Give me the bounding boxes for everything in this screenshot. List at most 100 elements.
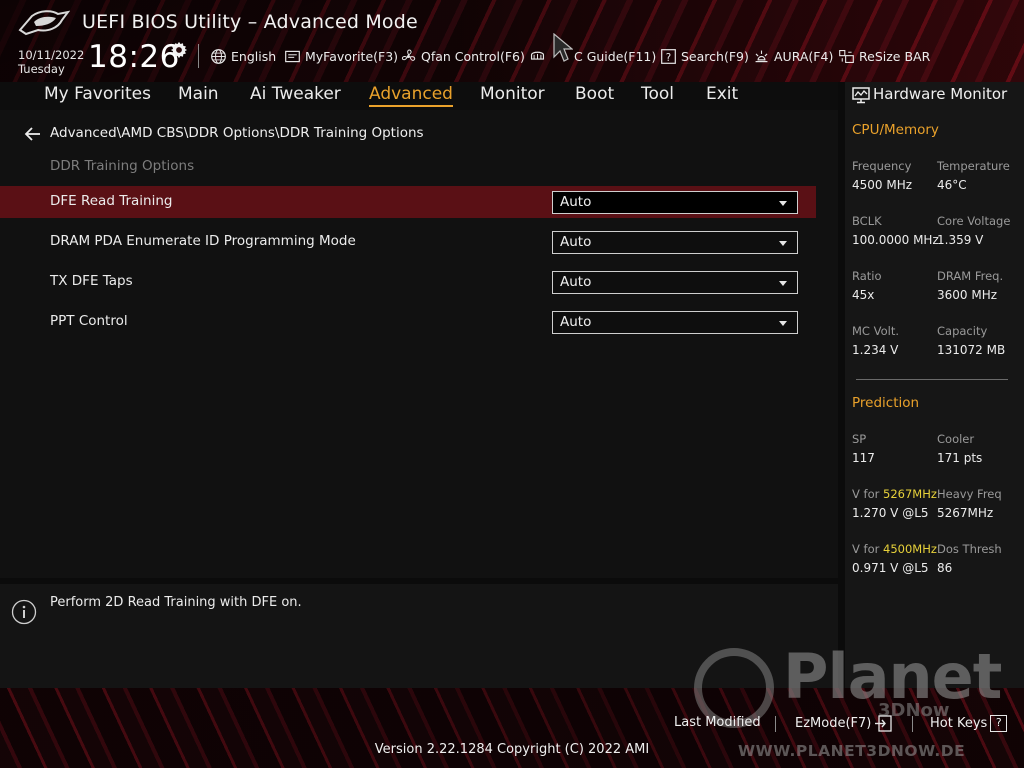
setting-dropdown[interactable]: Auto [552, 191, 798, 214]
tab-ai-tweaker[interactable]: Ai Tweaker [250, 84, 341, 104]
oc-guide-icon [530, 51, 545, 60]
hm-v-for-prefix: V for [852, 487, 883, 501]
clock: 18:26 [88, 39, 180, 75]
favorite-icon [285, 50, 300, 62]
hm-bclk-value: 100.0000 MHz [852, 233, 939, 247]
chevron-down-icon [779, 201, 787, 206]
date-display: 10/11/2022 Tuesday [18, 48, 84, 76]
setting-row-dram-pda-enumerate[interactable]: DRAM PDA Enumerate ID Programming Mode A… [0, 226, 816, 258]
dropdown-value: Auto [560, 194, 592, 210]
tab-main[interactable]: Main [178, 84, 219, 104]
setting-label: TX DFE Taps [50, 273, 133, 289]
footer-separator [912, 716, 913, 732]
hot-keys-label: Hot Keys [930, 716, 988, 731]
resize-bar-button[interactable]: ReSize BAR [838, 47, 930, 65]
back-arrow-icon[interactable] [24, 125, 42, 143]
hm-dos-thresh-value: 86 [937, 561, 953, 575]
ezmode-label: EzMode(F7) [795, 716, 872, 731]
aura-button[interactable]: AURA(F4) [753, 47, 833, 65]
version-label: Version 2.22.1284 Copyright (C) 2022 AMI [374, 742, 650, 757]
main-panel [0, 110, 838, 578]
hm-temperature-label: Temperature [937, 159, 1010, 173]
hm-heavy-freq-label: Heavy Freq [937, 487, 1002, 501]
hm-cooler-value: 171 pts [937, 451, 983, 465]
version-text: Version 2.22.1284 Copyright (C) 2022 AMI [0, 742, 1024, 757]
breadcrumb: Advanced\AMD CBS\DDR Options\DDR Trainin… [50, 125, 424, 141]
hm-dram-freq-value: 3600 MHz [937, 288, 998, 302]
search-button[interactable]: ? Search(F9) [660, 47, 749, 65]
tab-my-favorites[interactable]: My Favorites [44, 84, 151, 104]
fan-icon [401, 49, 416, 61]
date-text: 10/11/2022 [18, 48, 85, 62]
setting-row-tx-dfe-taps[interactable]: TX DFE Taps Auto [0, 266, 816, 298]
prediction-title: Prediction [852, 395, 920, 411]
setting-row-dfe-read-training[interactable]: DFE Read Training Auto [0, 186, 816, 218]
hm-capacity-label: Capacity [937, 324, 988, 338]
qfan-control-label: Qfan Control(F6) [421, 48, 525, 64]
dropdown-value: Auto [560, 314, 592, 330]
hm-core-voltage-label: Core Voltage [937, 214, 1011, 228]
hm-mc-volt-label: MC Volt. [852, 324, 899, 338]
mouse-cursor-icon [553, 33, 573, 62]
section-title: DDR Training Options [50, 158, 195, 174]
hm-v-for-label-1: V for 5267MHz [852, 487, 937, 501]
hm-v-for-value-2: 0.971 V @L5 [852, 561, 929, 575]
setting-row-ppt-control[interactable]: PPT Control Auto [0, 306, 816, 338]
setting-label: DRAM PDA Enumerate ID Programming Mode [50, 233, 356, 249]
tab-exit[interactable]: Exit [706, 84, 738, 104]
hot-keys-button[interactable]: Hot Keys ? [930, 715, 1008, 732]
oc-guide-button[interactable]: C Guide(F11) [529, 47, 656, 65]
qfan-control-button[interactable]: Qfan Control(F6) [400, 47, 525, 65]
question-icon: ? [990, 715, 1008, 732]
hm-frequency-value: 4500 MHz [852, 178, 913, 192]
hm-v-for-value-1: 1.270 V @L5 [852, 506, 929, 520]
gear-icon[interactable] [170, 41, 188, 59]
help-text: Perform 2D Read Training with DFE on. [50, 595, 302, 610]
dropdown-value: Auto [560, 234, 592, 250]
hm-dos-thresh-label: Dos Thresh [937, 542, 1002, 556]
app-title: UEFI BIOS Utility – Advanced Mode [82, 11, 418, 33]
hm-mc-volt-value: 1.234 V [852, 343, 899, 357]
hm-v-for-freq: 4500MHz [883, 542, 937, 556]
globe-icon [211, 48, 226, 64]
day-text: Tuesday [18, 62, 65, 76]
hardware-monitor-title: Hardware Monitor [873, 85, 1008, 103]
language-button[interactable]: English [210, 47, 276, 65]
hm-cooler-label: Cooler [937, 432, 975, 446]
setting-dropdown[interactable]: Auto [552, 271, 798, 294]
tab-monitor[interactable]: Monitor [480, 84, 545, 104]
hm-heavy-freq-value: 5267MHz [937, 506, 994, 520]
myfavorite-button[interactable]: MyFavorite(F3) [284, 47, 398, 65]
aura-icon [755, 50, 768, 62]
last-modified-button[interactable]: Last Modified [674, 715, 761, 730]
setting-dropdown[interactable]: Auto [552, 311, 798, 334]
language-label: English [231, 48, 277, 64]
tab-tool[interactable]: Tool [641, 84, 674, 104]
svg-text:?: ? [666, 52, 671, 63]
hm-temperature-value: 46°C [937, 178, 967, 192]
myfavorite-label: MyFavorite(F3) [305, 48, 399, 64]
last-modified-label: Last Modified [674, 715, 761, 730]
hm-frequency-label: Frequency [852, 159, 912, 173]
dropdown-value: Auto [560, 274, 592, 290]
search-label: Search(F9) [681, 48, 749, 64]
hm-ratio-value: 45x [852, 288, 875, 302]
search-icon: ? [661, 48, 676, 64]
hm-ratio-label: Ratio [852, 269, 882, 283]
footer-separator [775, 716, 776, 732]
hm-v-for-prefix: V for [852, 542, 883, 556]
hm-core-voltage-value: 1.359 V [937, 233, 984, 247]
setting-dropdown[interactable]: Auto [552, 231, 798, 254]
monitor-icon [852, 87, 870, 104]
exit-arrow-icon [875, 715, 893, 732]
chevron-down-icon [779, 281, 787, 286]
tab-boot[interactable]: Boot [575, 84, 614, 104]
header-separator [198, 44, 199, 68]
hm-v-for-label-2: V for 4500MHz [852, 542, 937, 556]
hm-capacity-value: 131072 MB [937, 343, 1006, 357]
ezmode-button[interactable]: EzMode(F7) [795, 715, 893, 732]
hm-bclk-label: BCLK [852, 214, 882, 228]
info-icon [11, 599, 37, 625]
tab-advanced[interactable]: Advanced [369, 84, 453, 107]
hm-divider [856, 379, 1008, 380]
